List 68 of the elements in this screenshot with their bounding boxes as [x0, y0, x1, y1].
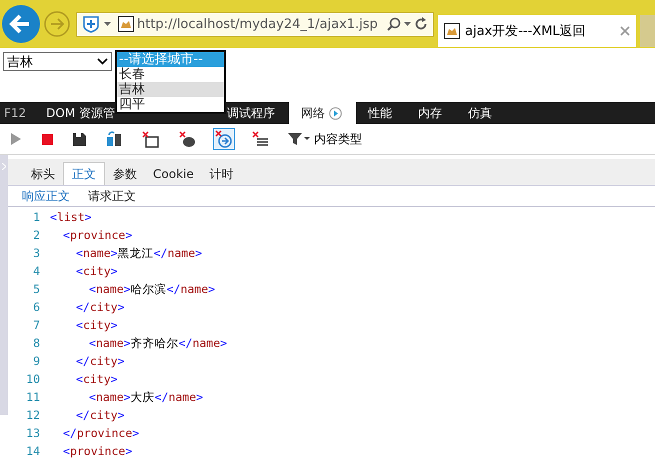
save-icon[interactable]: [73, 132, 86, 146]
shield-plus-icon[interactable]: [81, 14, 101, 34]
clear-cache-icon[interactable]: [106, 131, 122, 147]
line-number: 14: [25, 444, 41, 458]
clear-navigate-icon[interactable]: [213, 128, 235, 150]
filter-icon[interactable]: [288, 132, 310, 146]
dropdown-option[interactable]: 长春: [117, 67, 224, 82]
clear-list-icon[interactable]: [252, 131, 268, 147]
line-number: 9: [32, 354, 41, 368]
caret-icon[interactable]: [104, 22, 111, 26]
detail-tab[interactable]: 正文: [63, 162, 105, 185]
line-number: 13: [25, 426, 41, 440]
url-text: http://localhost/myday24_1/ajax1.jsp: [137, 16, 379, 32]
tab-title: ajax开发---XML返回: [465, 23, 587, 40]
filter-label[interactable]: 内容类型: [314, 130, 362, 148]
code-line: <city>: [76, 372, 118, 386]
line-number: 10: [25, 372, 41, 386]
play-icon[interactable]: [10, 132, 22, 146]
code-line: <name>哈尔滨</name>: [89, 282, 216, 296]
line-number: 11: [25, 390, 41, 404]
devtools-label: F12: [3, 106, 28, 120]
refresh-icon[interactable]: [414, 17, 428, 31]
code-line: </province>: [63, 426, 140, 440]
clear-cookie-icon[interactable]: [179, 130, 196, 148]
line-number: 4: [32, 264, 41, 278]
line-number: 3: [32, 246, 41, 260]
body-tab[interactable]: 请求正文: [88, 188, 136, 204]
clear-window-icon[interactable]: [142, 130, 159, 148]
code-line: <province>: [63, 228, 132, 242]
detail-tab[interactable]: 计时: [202, 163, 242, 185]
code-line: <name>齐齐哈尔</name>: [89, 336, 228, 350]
address-bar[interactable]: http://localhost/myday24_1/ajax1.jsp: [76, 12, 434, 36]
code-line: <name>大庆</name>: [89, 390, 204, 404]
back-button[interactable]: [2, 5, 40, 43]
line-number: 6: [32, 300, 41, 314]
code-line: <province>: [63, 444, 132, 458]
chevron-icon: [97, 58, 108, 65]
line-number: 2: [32, 228, 41, 242]
devtools-tab[interactable]: 性能: [356, 102, 406, 124]
devtools-tab[interactable]: 内存: [406, 102, 456, 124]
code-line: </city>: [76, 354, 124, 368]
code-line: <list>: [50, 210, 92, 224]
devtools-tab[interactable]: 网络: [289, 102, 356, 124]
expand-handle[interactable]: [0, 155, 8, 415]
code-line: <name>黑龙江</name>: [76, 246, 202, 260]
detail-tab[interactable]: 参数: [105, 163, 145, 185]
chevron-icon: [2, 163, 6, 170]
city-select[interactable]: 吉林: [3, 52, 112, 71]
line-number: 1: [32, 210, 41, 224]
line-number: 12: [25, 408, 41, 422]
stop-icon[interactable]: [42, 134, 53, 144]
dropdown-option[interactable]: 吉林: [117, 82, 224, 97]
body-tab[interactable]: 响应正文: [22, 188, 70, 204]
code-line: </city>: [76, 300, 124, 314]
search-icon[interactable]: [387, 17, 401, 31]
code-line: </city>: [76, 408, 124, 422]
code-line: <city>: [76, 264, 118, 278]
detail-tab[interactable]: 标头: [23, 163, 63, 185]
code-line: <city>: [76, 318, 118, 332]
dropdown-option[interactable]: 四平: [117, 97, 224, 112]
close-icon[interactable]: [620, 26, 630, 36]
browser-tab[interactable]: ajax开发---XML返回: [438, 15, 636, 47]
line-number: 8: [32, 336, 41, 350]
line-number: 5: [32, 282, 41, 296]
line-number: 7: [32, 318, 41, 332]
caret-icon[interactable]: [404, 22, 411, 26]
detail-tab[interactable]: Cookie: [145, 163, 202, 185]
devtools-tab[interactable]: 仿真: [456, 102, 506, 124]
